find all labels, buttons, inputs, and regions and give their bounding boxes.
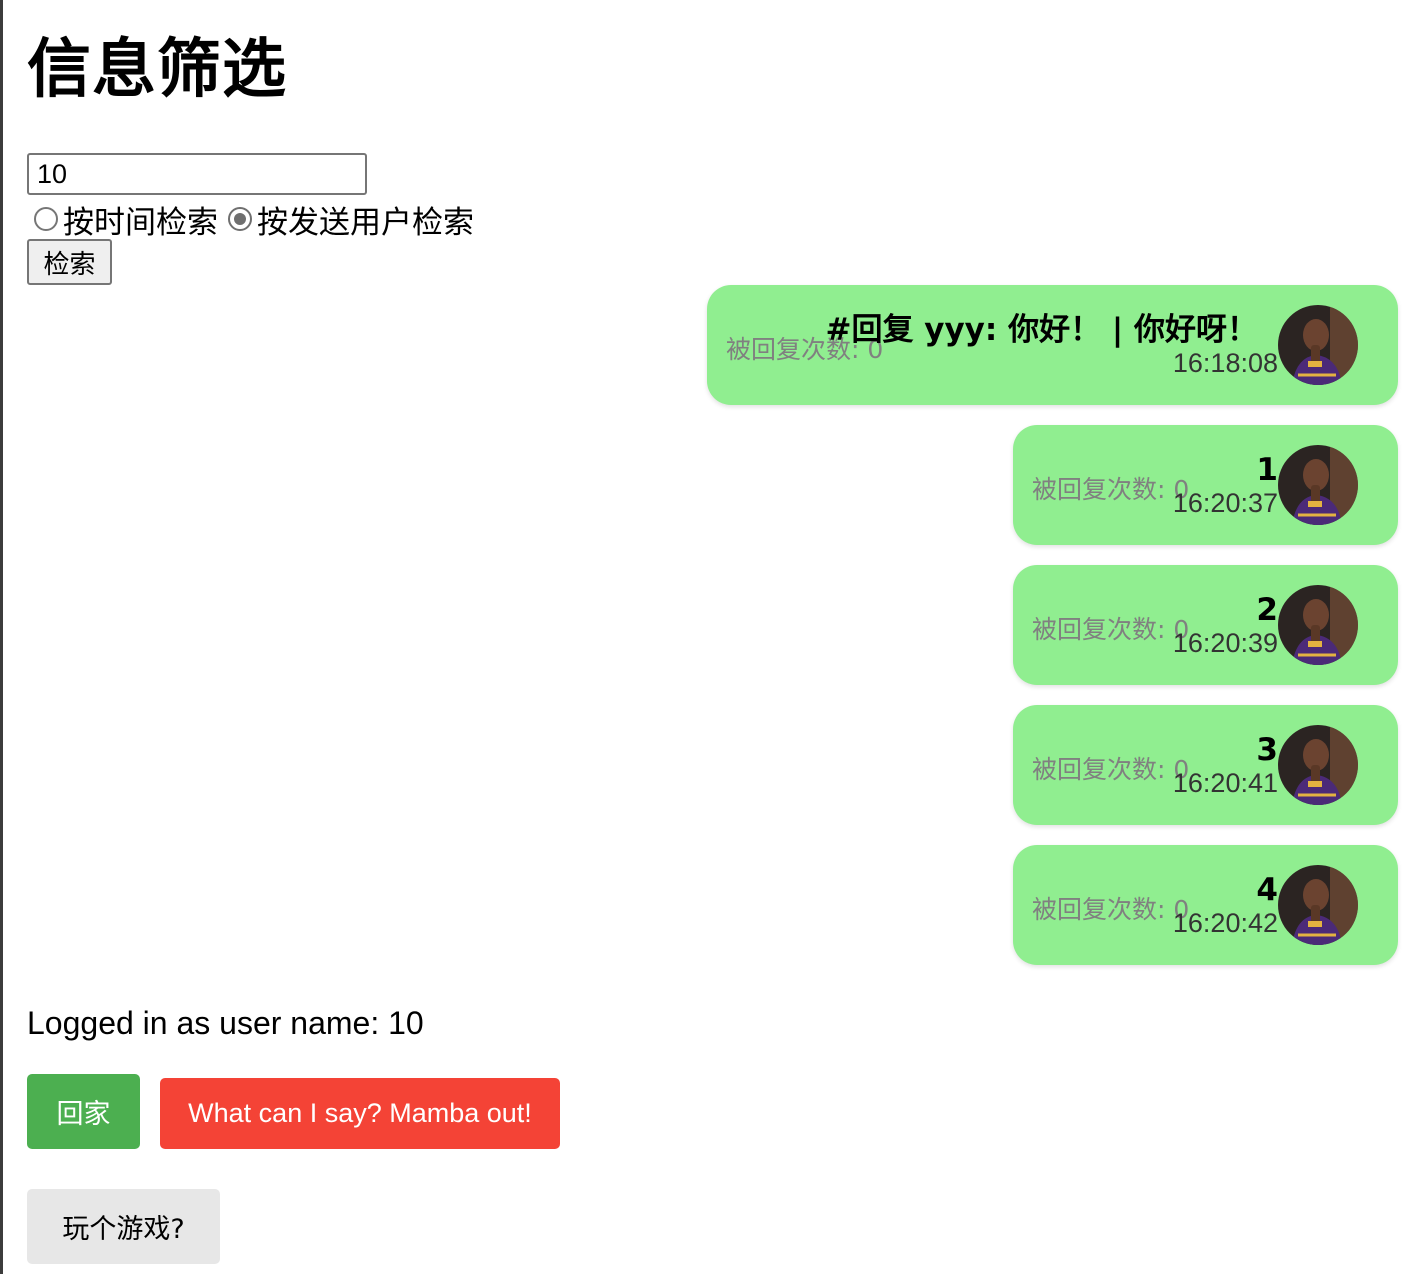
message-bubble: 被回复次数: 0 3 16:20:41 [1013, 705, 1398, 825]
reply-count: 被回复次数: 0 [1032, 615, 1190, 644]
message-text: 3 [1256, 732, 1278, 768]
message-time: 16:20:41 [1172, 768, 1278, 798]
avatar [1278, 865, 1358, 945]
search-input[interactable] [27, 153, 367, 195]
avatar [1278, 445, 1358, 525]
home-button[interactable]: 回家 [27, 1074, 140, 1149]
radio-label-search-by-sender: 按发送用户检索 [257, 204, 474, 241]
left-border [0, 0, 3, 1274]
message-bubble: 被回复次数: 0 1 16:20:37 [1013, 425, 1398, 545]
message-time: 16:20:42 [1172, 908, 1278, 938]
message-text: 4 [1256, 872, 1278, 908]
play-game-button[interactable]: 玩个游戏? [27, 1189, 220, 1264]
message-time: 16:20:39 [1172, 628, 1278, 658]
reply-count: 被回复次数: 0 [1032, 475, 1190, 504]
message-bubble: 被回复次数: 0 2 16:20:39 [1013, 565, 1398, 685]
avatar [1278, 725, 1358, 805]
reply-count: 被回复次数: 0 [1032, 895, 1190, 924]
message-time: 16:18:08 [1172, 348, 1278, 378]
radio-search-by-time[interactable] [34, 207, 58, 231]
message-bubble: 被回复次数: 0 #回复 yyy: 你好！ | 你好呀！ 16:18:08 [707, 285, 1398, 405]
message-text: 1 [1256, 452, 1278, 488]
page-title: 信息筛选 [27, 33, 287, 107]
search-button[interactable]: 检索 [27, 239, 112, 285]
avatar [1278, 305, 1358, 385]
radio-label-search-by-time: 按时间检索 [63, 204, 218, 241]
message-text: 2 [1256, 592, 1278, 628]
message-bubble: 被回复次数: 0 4 16:20:42 [1013, 845, 1398, 965]
login-status: Logged in as user name: 10 [27, 1005, 424, 1041]
reply-count: 被回复次数: 0 [1032, 755, 1190, 784]
avatar [1278, 585, 1358, 665]
radio-search-by-sender[interactable] [228, 207, 252, 231]
mamba-out-button[interactable]: What can I say? Mamba out! [160, 1078, 560, 1149]
search-mode-group: 按时间检索 按发送用户检索 [34, 199, 484, 241]
message-time: 16:20:37 [1172, 488, 1278, 518]
message-text: #回复 yyy: 你好！ | 你好呀！ [825, 312, 1259, 348]
